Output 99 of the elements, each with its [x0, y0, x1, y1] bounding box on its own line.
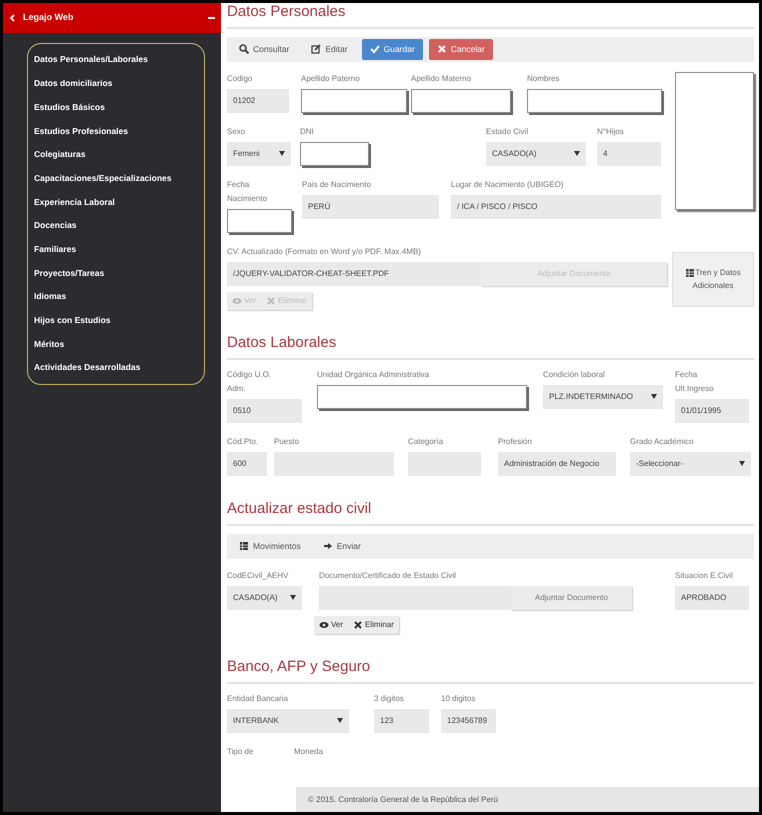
field-label: Profesión — [498, 436, 533, 448]
sidebar-item[interactable]: Datos Personales/Laborales — [34, 48, 204, 72]
field-label: Cód.Pto. — [227, 436, 260, 448]
dropdown[interactable]: INTERBANK — [227, 708, 349, 732]
sidebar-item[interactable]: Proyectos/Tareas — [34, 261, 204, 285]
section-title: Actualizar estado civil — [227, 500, 372, 518]
dropdown[interactable]: -Seleccionar- — [630, 452, 751, 476]
input-field[interactable]: 01/01/1995 — [675, 398, 749, 423]
field-label: Moneda — [294, 746, 324, 758]
check-icon — [370, 44, 380, 54]
sidebar-item[interactable]: Colegiaturas — [34, 142, 204, 166]
field-label: Pais de Nacimiento — [302, 178, 372, 191]
input-field[interactable]: 01202 — [227, 88, 289, 113]
table-icon — [685, 268, 696, 278]
sidebar-item[interactable]: Actividades Desarrolladas — [34, 356, 204, 380]
field-label: Grado Académico — [630, 436, 695, 448]
file-field[interactable]: /JQUERY-VALIDATOR-CHEAT-SHEET.PDF — [227, 262, 481, 286]
collapse-icon[interactable] — [208, 16, 215, 20]
input-field[interactable] — [317, 384, 527, 409]
section-title: Datos Laborales — [227, 334, 338, 352]
footer-text: © 2015. Contraloría General de la República del Perú — [308, 794, 498, 806]
caret-icon — [290, 595, 296, 600]
field-label: Entidad Bancaria — [227, 692, 289, 704]
input-field[interactable]: APROBADO — [675, 586, 749, 610]
input-field[interactable] — [301, 88, 407, 113]
caret-icon — [651, 394, 657, 400]
action-button[interactable]: Eliminar — [348, 616, 399, 634]
field-label: Documento/Certificado de Estado Civil — [319, 570, 457, 582]
sidebar-item[interactable]: Hijos con Estudios — [34, 308, 204, 332]
input-field[interactable] — [411, 88, 511, 113]
eye-icon — [319, 620, 329, 630]
field-label: N°Hijos — [597, 126, 625, 138]
input-field[interactable] — [227, 208, 292, 233]
field-label: DNI — [300, 126, 315, 138]
field-label: Lugar de Nacimiento (UBIGEO) — [451, 178, 564, 191]
field-label: Unidad Orgánica Administrativa — [317, 368, 430, 381]
field-label: Código U.O. Adm. — [227, 368, 272, 395]
caret-icon — [739, 461, 745, 466]
sidebar-title: Legajo Web — [23, 11, 74, 24]
sidebar-item[interactable]: Méritos — [34, 332, 204, 356]
field-label: Codigo — [227, 72, 254, 85]
field-label: CodECivil_AEHV — [227, 570, 290, 582]
sidebar-item[interactable]: Experiencia Laboral — [34, 190, 204, 214]
field-label: Sexo — [227, 126, 246, 138]
field-label: Puesto — [274, 436, 300, 448]
edit-icon — [311, 44, 322, 54]
sidebar-item[interactable]: Familiares — [34, 238, 204, 262]
input-field[interactable] — [527, 88, 662, 113]
caret-icon — [337, 718, 343, 723]
input-field[interactable]: 123 — [374, 708, 429, 732]
field-label: 3 digitos — [374, 692, 405, 705]
input-field[interactable]: 600 — [227, 452, 267, 476]
sidebar-item[interactable]: Datos domiciliarios — [34, 72, 204, 96]
input-field[interactable]: 0510 — [227, 398, 302, 423]
dropdown[interactable]: Femeni — [227, 142, 291, 166]
input-field[interactable]: PERÚ — [302, 194, 439, 219]
field-label: Fecha Nacimiento — [227, 178, 268, 205]
field-label: Nombres — [527, 72, 560, 85]
sidebar-item[interactable]: Estudios Profesionales — [34, 119, 204, 143]
close-icon — [266, 296, 276, 306]
field-label: Estado Civil — [486, 126, 530, 138]
field-label: Situacion E.Civil — [675, 570, 734, 582]
input-field[interactable]: 123456789 — [441, 708, 496, 732]
attach-button[interactable]: Adjuntar Documento — [511, 586, 632, 610]
search-icon — [239, 44, 249, 54]
close-icon — [436, 44, 447, 54]
field-label: Fecha Ult.Ingreso — [675, 368, 715, 395]
dropdown[interactable]: CASADO(A) — [486, 142, 586, 166]
field-label: Apellido Materno — [411, 72, 472, 85]
file-field[interactable] — [319, 586, 511, 610]
field-label: Condición laboral — [543, 368, 606, 381]
arrow-icon — [322, 541, 333, 552]
sidebar-item[interactable]: Capacitaciones/Especializaciones — [34, 166, 204, 190]
sidebar-item[interactable]: Docencias — [34, 214, 204, 238]
caret-icon — [574, 151, 580, 156]
eye-icon — [232, 296, 242, 306]
action-button[interactable]: Ver — [314, 616, 348, 634]
field-label: 10 digitos — [441, 692, 476, 705]
input-field[interactable] — [300, 142, 369, 166]
field-label: Categoría — [408, 436, 444, 448]
sidebar-item[interactable]: Idiomas — [34, 284, 204, 309]
dropdown[interactable]: PLZ.INDETERMINADO — [543, 384, 663, 409]
input-field[interactable]: Administración de Negocio — [498, 452, 616, 476]
details-button[interactable]: Tren y Datos Adicionales — [672, 252, 754, 307]
toolbar-button[interactable]: Guardar — [362, 39, 423, 60]
field-label: CV. Actualizado (Formato en Word y/o PDF. Max.4MB) — [227, 246, 422, 258]
close-icon — [353, 620, 364, 630]
dropdown[interactable]: CASADO(A) — [227, 586, 302, 610]
toolbar-button[interactable]: Cancelar — [428, 39, 493, 60]
list-icon — [239, 541, 249, 552]
field-label: Tipo de — [227, 746, 254, 758]
back-icon[interactable] — [9, 14, 15, 22]
sidebar-item[interactable]: Estudios Básicos — [34, 95, 204, 120]
input-field[interactable]: 4 — [597, 142, 661, 166]
caret-icon — [279, 151, 285, 156]
field-label: Apellido Paterno — [301, 72, 361, 85]
section-title: Datos Personales — [227, 3, 346, 21]
section-title: Banco, AFP y Seguro — [227, 658, 372, 676]
input-field[interactable]: / ICA / PISCO / PISCO — [451, 194, 661, 219]
